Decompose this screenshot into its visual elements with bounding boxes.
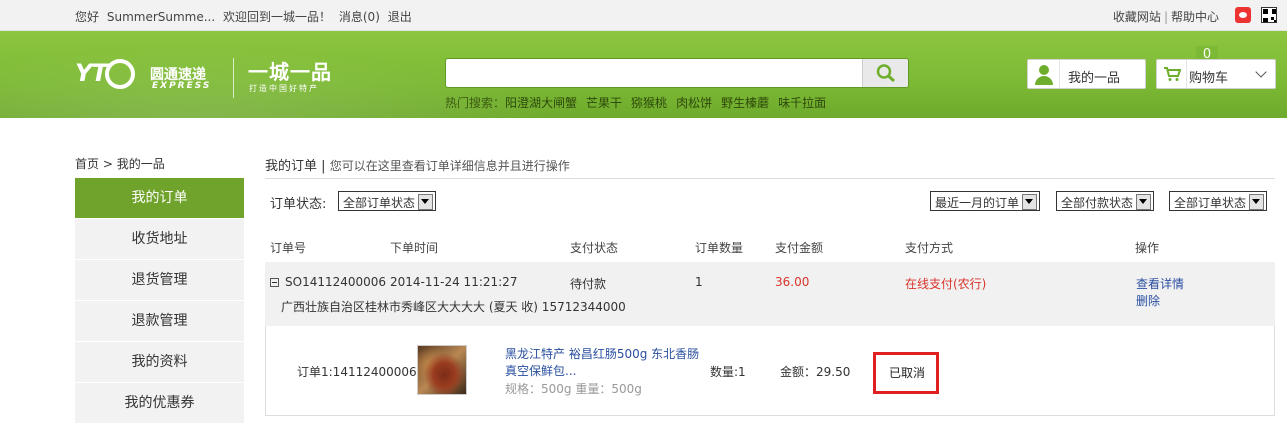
welcome-text: 欢迎回到一城一品！: [223, 10, 332, 24]
table-header: 订单号 下单时间 支付状态 订单数量 支付金额 支付方式 操作: [265, 236, 1275, 262]
cancelled-status-text: 已取消: [889, 366, 926, 380]
top-bar-left: 您好 SummerSumme... 欢迎回到一城一品！ 消息(0) 退出: [75, 8, 416, 25]
weibo-icon[interactable]: [1235, 7, 1251, 23]
yto-logo-text: YT: [75, 59, 108, 87]
product-thumbnail[interactable]: [417, 345, 467, 395]
search-box: [445, 58, 909, 88]
order-status-value-2: 全部订单状态: [1174, 196, 1247, 210]
order-status-select[interactable]: 全部订单状态: [338, 191, 437, 211]
order-id: SO14112400006: [285, 275, 387, 289]
page-subtitle: 您可以在这里查看订单详细信息并且进行操作: [329, 159, 570, 173]
yicheng-logo[interactable]: 一城一品: [248, 56, 332, 85]
breadcrumb-current[interactable]: 我的一品: [117, 157, 165, 171]
product-specs: 规格：500g 重量：500g: [505, 382, 642, 396]
hot-searches: 热门搜索：阳澄湖大闸蟹 芒果干 猕猴桃 肉松饼 野生榛蘑 味千拉面: [445, 94, 835, 111]
order-address: 广西壮族自治区桂林市秀峰区大大大大 (夏天 收) 15712344000: [281, 300, 626, 314]
order-pay-status: 待付款: [570, 277, 607, 291]
column-header: 下单时间: [390, 241, 439, 255]
period-value: 最近一月的订单: [935, 196, 1020, 210]
top-bar-right: 收藏网站 | 帮助中心: [1113, 8, 1219, 25]
cancelled-status-badge: 已取消: [873, 352, 939, 394]
cart-icon-wrap: [1157, 60, 1187, 88]
username-link[interactable]: SummerSumme...: [107, 10, 215, 24]
cart-label: 购物车: [1189, 71, 1229, 86]
delete-link[interactable]: 删除: [1136, 292, 1160, 309]
product-name-line1[interactable]: 黑龙江特产 裕昌红肠500g 东北香肠: [505, 345, 699, 362]
breadcrumb: 首页 > 我的一品: [75, 155, 165, 172]
sidebar-item-addresses[interactable]: 收货地址: [75, 219, 244, 260]
item-quantity: 数量:1: [710, 365, 746, 379]
cart-button[interactable]: 购物车: [1156, 59, 1276, 89]
page-title-text: 我的订单: [265, 159, 318, 174]
order-amount: 36.00: [775, 275, 810, 289]
help-link[interactable]: 帮助中心: [1171, 10, 1219, 24]
item-price: 金额：29.50: [780, 365, 851, 379]
yto-logo-ring-icon: [104, 59, 135, 89]
chevron-down-icon: [1255, 66, 1267, 78]
order-pay-method: 在线支付(农行): [905, 277, 987, 291]
sidebar-item-orders[interactable]: 我的订单: [75, 178, 244, 219]
top-separator: |: [1163, 10, 1168, 24]
order-quantity: 1: [695, 275, 703, 289]
yicheng-slogan: 打造中国好特产: [249, 84, 319, 93]
page-title-separator: |: [321, 159, 326, 174]
sidebar: 我的订单 收货地址 退货管理 退款管理 我的资料 我的优惠券: [75, 178, 244, 424]
column-header: 支付状态: [570, 241, 619, 255]
favorite-link[interactable]: 收藏网站: [1113, 10, 1161, 24]
period-select[interactable]: 最近一月的订单: [930, 191, 1041, 211]
table-row: SO14112400006 2014-11-24 11:21:27 待付款 1 …: [265, 262, 1275, 326]
page-title: 我的订单 | 您可以在这里查看订单详细信息并且进行操作: [265, 155, 570, 174]
collapse-icon[interactable]: [270, 278, 279, 287]
search-icon: [876, 64, 896, 82]
order-item: 订单1:14112400006 黑龙江特产 裕昌红肠500g 东北香肠 真空保鲜…: [265, 326, 1275, 416]
yto-logo[interactable]: YT: [75, 59, 135, 89]
breadcrumb-arrow: >: [102, 157, 113, 171]
title-divider: [265, 178, 1275, 179]
yto-logo-en: EXPRESS: [152, 81, 212, 91]
hot-keyword[interactable]: 猕猴桃: [631, 96, 667, 110]
column-header: 支付金额: [775, 241, 824, 255]
messages-link[interactable]: 消息(0): [339, 10, 380, 24]
sidebar-item-profile[interactable]: 我的资料: [75, 342, 244, 383]
logout-link[interactable]: 退出: [388, 10, 412, 24]
column-header: 订单号: [270, 241, 307, 255]
hot-search-label: 热门搜索：: [445, 96, 506, 110]
sub-order-number: 订单1:14112400006: [297, 365, 417, 379]
view-details-link[interactable]: 查看详情: [1136, 275, 1184, 292]
logo-divider: [233, 58, 234, 98]
order-status-select-2[interactable]: 全部订单状态: [1169, 191, 1268, 211]
search-button[interactable]: [862, 59, 908, 87]
hot-keyword[interactable]: 芒果干: [586, 96, 622, 110]
product-name-line2[interactable]: 真空保鲜包...: [505, 362, 576, 379]
cart-icon: [1164, 67, 1181, 81]
user-icon: [1028, 60, 1060, 88]
order-status-value: 全部订单状态: [343, 196, 416, 210]
column-header: 操作: [1135, 241, 1160, 255]
site-header: YT 圆通速递 EXPRESS 一城一品 打造中国好特产 热门搜索：阳澄湖大闸蟹…: [0, 31, 1287, 118]
top-bar: 您好 SummerSumme... 欢迎回到一城一品！ 消息(0) 退出 收藏网…: [0, 0, 1287, 31]
sidebar-item-refunds[interactable]: 退款管理: [75, 301, 244, 342]
sidebar-item-returns[interactable]: 退货管理: [75, 260, 244, 301]
my-account-button[interactable]: 我的一品: [1027, 59, 1146, 89]
search-input[interactable]: [446, 59, 862, 87]
order-time: 2014-11-24 11:21:27: [390, 275, 518, 289]
sidebar-item-coupons[interactable]: 我的优惠券: [75, 383, 244, 424]
column-header: 支付方式: [905, 241, 954, 255]
hot-keyword[interactable]: 味千拉面: [778, 96, 826, 110]
column-header: 订单数量: [695, 241, 744, 255]
breadcrumb-home[interactable]: 首页: [75, 157, 99, 171]
order-status-label: 订单状态:: [270, 197, 327, 212]
my-account-label: 我的一品: [1068, 71, 1121, 86]
qr-code-icon[interactable]: [1261, 7, 1277, 23]
hot-keyword[interactable]: 肉松饼: [676, 96, 712, 110]
pay-status-select[interactable]: 全部付款状态: [1056, 191, 1155, 211]
pay-status-value: 全部付款状态: [1061, 196, 1134, 210]
hot-keyword[interactable]: 野生榛蘑: [721, 96, 769, 110]
greeting-text: 您好: [75, 10, 100, 24]
hot-keyword[interactable]: 阳澄湖大闸蟹: [505, 96, 577, 110]
